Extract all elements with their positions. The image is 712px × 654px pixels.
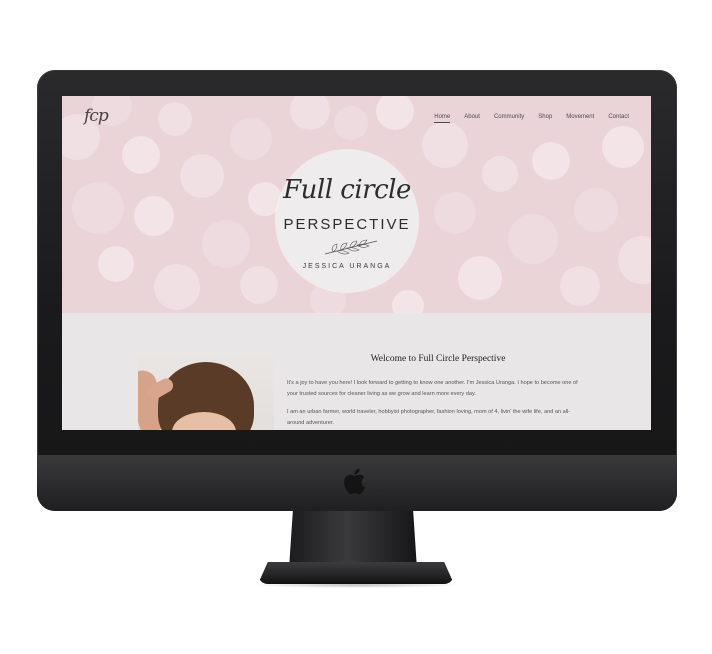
bokeh-light (392, 290, 424, 313)
author-photo (138, 352, 274, 430)
nav-link-contact[interactable]: Contact (608, 114, 629, 123)
bokeh-light (434, 192, 476, 234)
bokeh-light (482, 156, 518, 192)
bokeh-light (230, 118, 272, 160)
monitor-stand (289, 511, 417, 569)
emblem-author-name: JESSICA URANGA (302, 263, 392, 270)
bokeh-light (422, 122, 468, 168)
nav-link-about[interactable]: About (464, 114, 480, 123)
bokeh-light (290, 96, 330, 130)
bokeh-light (202, 220, 250, 268)
bokeh-light (180, 154, 224, 198)
bokeh-light (574, 188, 618, 232)
emblem-script-title: Full circle (283, 175, 411, 205)
bokeh-light (376, 96, 414, 130)
apple-icon (344, 468, 366, 495)
website-screen: fcp Home About Community Shop Movement C… (62, 96, 651, 430)
bokeh-light (560, 266, 600, 306)
nav-link-shop[interactable]: Shop (538, 114, 552, 123)
bokeh-light (122, 136, 160, 174)
bokeh-light (72, 182, 124, 234)
bokeh-light (458, 256, 502, 300)
bokeh-light (602, 126, 644, 168)
bokeh-light (134, 196, 174, 236)
site-nav: Home About Community Shop Movement Conta… (434, 114, 629, 123)
site-logo[interactable]: fcp (84, 106, 109, 126)
hero-banner: fcp Home About Community Shop Movement C… (62, 96, 651, 313)
welcome-heading: Welcome to Full Circle Perspective (370, 354, 506, 364)
bokeh-light (508, 214, 558, 264)
bokeh-light (154, 264, 200, 310)
nav-link-community[interactable]: Community (494, 114, 524, 123)
monitor-stand-base (258, 562, 454, 584)
nav-link-movement[interactable]: Movement (566, 114, 594, 123)
emblem-title: PERSPECTIVE (283, 216, 411, 233)
welcome-paragraph-2: I am an urban farmer, world traveler, ho… (287, 409, 571, 426)
bokeh-light (240, 266, 278, 304)
bokeh-light (532, 142, 570, 180)
bokeh-light (618, 236, 651, 284)
bokeh-light (334, 106, 368, 140)
brand-emblem: Full circle PERSPECTIVE JESSICA URANGA (276, 150, 418, 292)
leaf-sprig-icon (324, 239, 378, 255)
bokeh-light (98, 246, 134, 282)
welcome-paragraph-1: It's a joy to have you here! I look forw… (287, 380, 578, 397)
nav-link-home[interactable]: Home (434, 114, 451, 123)
stand-shadow (250, 582, 462, 588)
bokeh-light (158, 102, 192, 136)
